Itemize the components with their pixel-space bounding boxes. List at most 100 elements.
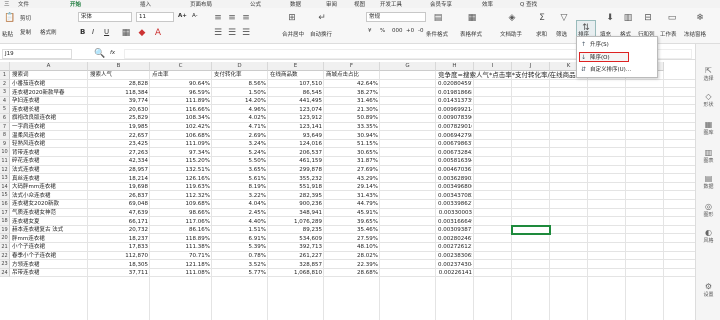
table-cell[interactable]: 124,016 bbox=[270, 140, 322, 148]
table-cell[interactable]: 86,545 bbox=[270, 89, 322, 97]
table-cell[interactable]: 0.006732842 bbox=[438, 149, 472, 157]
table-cell[interactable]: 111.38% bbox=[152, 243, 210, 251]
align-center-icon[interactable]: ☰ bbox=[226, 27, 238, 39]
table-cell[interactable]: 44.79% bbox=[326, 200, 378, 208]
table-cell[interactable]: 5.39% bbox=[214, 243, 266, 251]
table-cell[interactable]: 42,334 bbox=[90, 157, 148, 165]
paste-button[interactable]: 粘贴 bbox=[2, 30, 13, 38]
sum-icon[interactable]: Σ bbox=[536, 12, 548, 24]
table-cell[interactable]: 31.43% bbox=[326, 192, 378, 200]
table-cell[interactable]: 111.08% bbox=[152, 269, 210, 277]
table-cell[interactable]: 551,918 bbox=[270, 183, 322, 191]
table-cell[interactable]: 孕妇连衣裙 bbox=[12, 97, 86, 105]
table-cell[interactable]: 小个子连衣裙 bbox=[12, 243, 86, 251]
table-cell[interactable]: 0.78% bbox=[214, 252, 266, 260]
table-cell[interactable]: 22.39% bbox=[326, 261, 378, 269]
table-cell[interactable]: 26,837 bbox=[90, 192, 148, 200]
worksheet-button[interactable]: 工作表 bbox=[660, 30, 677, 38]
custom-sort-item[interactable]: ⇵ 自定义排序(U)... bbox=[580, 65, 656, 75]
menu-item-start[interactable]: 开始 bbox=[70, 0, 81, 8]
row-header[interactable]: 6 bbox=[0, 114, 10, 123]
menu-item[interactable]: 开发工具 bbox=[380, 0, 402, 8]
table-cell[interactable]: 102.42% bbox=[152, 123, 210, 131]
menu-item[interactable]: 数据 bbox=[290, 0, 301, 8]
table-cell[interactable]: 108.34% bbox=[152, 114, 210, 122]
table-cell[interactable]: 28.02% bbox=[326, 252, 378, 260]
menu-item[interactable]: 三 bbox=[4, 0, 10, 8]
table-style-icon[interactable]: ▦ bbox=[466, 12, 478, 24]
row-header[interactable]: 20 bbox=[0, 234, 10, 243]
table-cell[interactable]: 0.006942798 bbox=[438, 132, 472, 140]
table-cell[interactable]: 106.68% bbox=[152, 132, 210, 140]
table-cell[interactable]: 0.019818668 bbox=[438, 89, 472, 97]
conditional-format-icon[interactable]: ▤ bbox=[432, 12, 444, 24]
table-header-cell[interactable]: 商城点击占比 bbox=[326, 71, 378, 79]
sidebar-item-gallery[interactable]: ▦ 图库 bbox=[696, 120, 720, 136]
table-cell[interactable]: 206,537 bbox=[270, 149, 322, 157]
table-cell[interactable]: 0.009078396 bbox=[438, 114, 472, 122]
percent-button[interactable]: % bbox=[380, 28, 385, 34]
format-icon[interactable]: ▥ bbox=[622, 12, 634, 24]
table-cell[interactable]: 70.71% bbox=[152, 252, 210, 260]
table-cell[interactable]: 900,236 bbox=[270, 200, 322, 208]
fill-icon[interactable]: ⬇ bbox=[604, 12, 616, 24]
row-header[interactable]: 21 bbox=[0, 243, 10, 252]
align-middle-icon[interactable]: ≡ bbox=[226, 12, 238, 24]
table-cell[interactable]: 0.007829016 bbox=[438, 123, 472, 131]
table-cell[interactable]: 89,235 bbox=[270, 226, 322, 234]
table-cell[interactable]: 方领连衣裙 bbox=[12, 261, 86, 269]
table-cell[interactable]: 0.002383065 bbox=[438, 252, 472, 260]
merge-icon[interactable]: ⊞ bbox=[286, 12, 298, 24]
table-cell[interactable]: 355,232 bbox=[270, 175, 322, 183]
table-cell[interactable]: 47,639 bbox=[90, 209, 148, 217]
table-cell[interactable]: 45.91% bbox=[326, 209, 378, 217]
table-cell[interactable]: 93,649 bbox=[270, 132, 322, 140]
column-header-h[interactable]: H bbox=[436, 62, 474, 71]
table-cell[interactable]: 0.00330003 bbox=[438, 209, 472, 217]
table-cell[interactable]: 392,713 bbox=[270, 243, 322, 251]
table-cell[interactable]: 0.003398627 bbox=[438, 200, 472, 208]
sidebar-item-settings[interactable]: ⚙ 设置 bbox=[696, 282, 720, 298]
row-header[interactable]: 8 bbox=[0, 131, 10, 140]
conditional-format-button[interactable]: 条件格式 bbox=[426, 30, 448, 38]
table-cell[interactable]: 299,878 bbox=[270, 166, 322, 174]
table-cell[interactable]: 0.004670361 bbox=[438, 166, 472, 174]
row-header[interactable]: 24 bbox=[0, 268, 10, 278]
font-grow-button[interactable]: A+ bbox=[178, 13, 187, 19]
font-name-select[interactable]: 宋体 bbox=[78, 12, 132, 22]
table-cell[interactable]: 21.30% bbox=[326, 106, 378, 114]
menu-item[interactable]: 公式 bbox=[250, 0, 261, 8]
table-cell[interactable]: 348,941 bbox=[270, 209, 322, 217]
sidebar-item-data[interactable]: ▤ 数据 bbox=[696, 174, 720, 190]
paste-icon[interactable]: 📋 bbox=[4, 12, 16, 24]
table-cell[interactable]: 0.003496806 bbox=[438, 183, 472, 191]
column-header-c[interactable]: C bbox=[150, 62, 212, 71]
table-cell[interactable]: 春季小个子连衣裙 bbox=[12, 252, 86, 260]
table-cell[interactable]: 43.29% bbox=[326, 175, 378, 183]
cut-button[interactable]: 剪切 bbox=[20, 14, 31, 22]
table-cell[interactable]: 18,214 bbox=[90, 175, 148, 183]
column-header-i[interactable]: I bbox=[474, 62, 512, 71]
table-cell[interactable]: 328,857 bbox=[270, 261, 322, 269]
sort-descending-item[interactable]: ↓ 降序(O) bbox=[579, 52, 629, 62]
table-cell[interactable]: 115.20% bbox=[152, 157, 210, 165]
merge-center-button[interactable]: 合并居中 bbox=[282, 30, 304, 38]
table-cell[interactable]: 109.68% bbox=[152, 200, 210, 208]
font-shrink-button[interactable]: A- bbox=[192, 13, 198, 19]
table-cell[interactable]: 19,698 bbox=[90, 183, 148, 191]
column-header-d[interactable]: D bbox=[212, 62, 268, 71]
row-header[interactable]: 18 bbox=[0, 217, 10, 226]
table-cell[interactable]: 0.002374304 bbox=[438, 261, 472, 269]
decimal-decrease-button[interactable]: -0 bbox=[418, 28, 423, 34]
table-header-cell[interactable]: 在线商品数 bbox=[270, 71, 322, 79]
table-cell[interactable]: 连衣裙女2020新款 bbox=[12, 200, 86, 208]
table-cell[interactable]: 261,227 bbox=[270, 252, 322, 260]
row-header[interactable]: 1 bbox=[0, 71, 10, 80]
fill-color-icon[interactable]: ◆ bbox=[136, 27, 148, 39]
table-cell[interactable]: 66,171 bbox=[90, 218, 148, 226]
format-painter-button[interactable]: 格式刷 bbox=[40, 28, 57, 36]
table-cell[interactable]: 5.24% bbox=[214, 149, 266, 157]
table-cell[interactable]: 0.003093871 bbox=[438, 226, 472, 234]
table-cell[interactable]: 5.77% bbox=[214, 269, 266, 277]
sort-ascending-item[interactable]: ↑ 升序(S) bbox=[580, 40, 656, 50]
